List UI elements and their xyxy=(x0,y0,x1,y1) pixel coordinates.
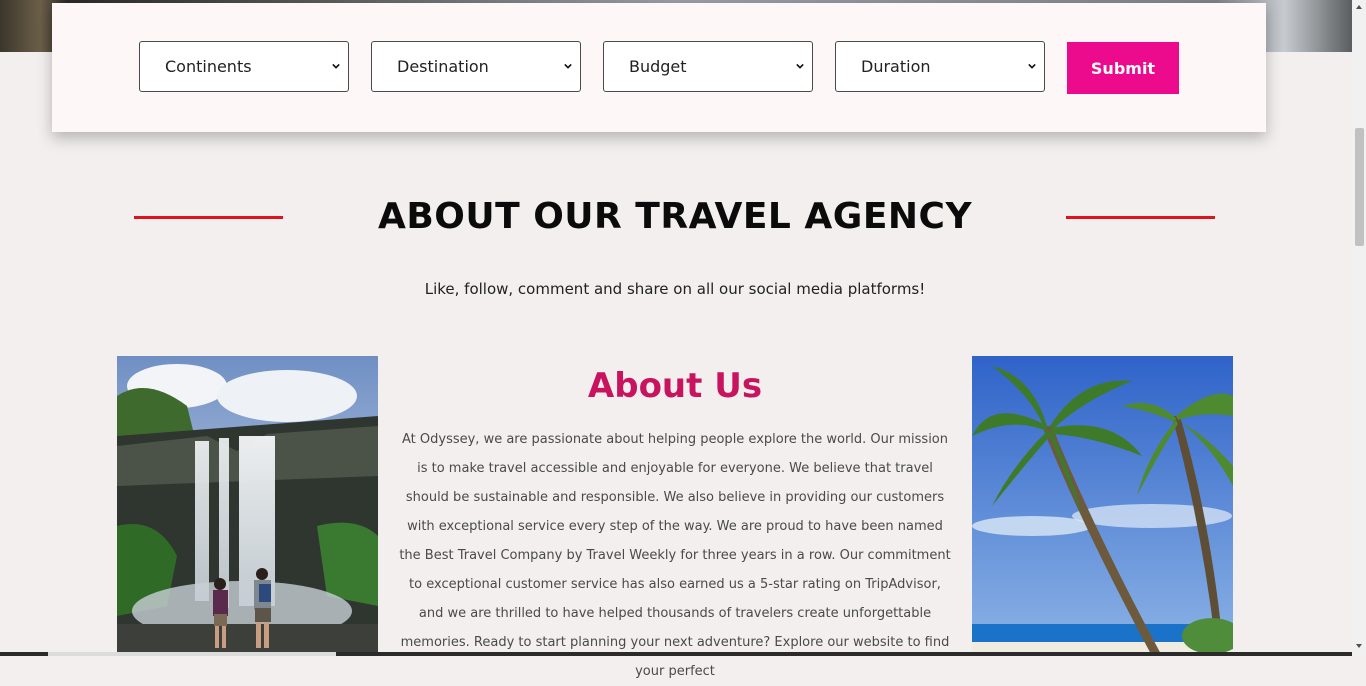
submit-button[interactable]: Submit xyxy=(1067,42,1179,94)
continents-select-label: Continents xyxy=(165,57,252,76)
duration-select[interactable]: Duration xyxy=(835,41,1045,92)
scrollbar-thumb[interactable] xyxy=(1355,128,1364,246)
continents-select[interactable]: Continents xyxy=(139,41,349,92)
destination-select[interactable]: Destination xyxy=(371,41,581,92)
title-divider-left xyxy=(134,216,283,219)
horizontal-scrollbar xyxy=(0,652,1352,656)
trip-search-form: Continents Destination Budget Duration S… xyxy=(52,3,1266,132)
destination-select-label: Destination xyxy=(397,57,489,76)
palm-beach-photo xyxy=(972,356,1233,656)
section-subtitle: Like, follow, comment and share on all o… xyxy=(424,280,926,298)
about-us-text: At Odyssey, we are passionate about help… xyxy=(399,432,951,679)
chevron-down-icon xyxy=(1028,63,1036,69)
duration-select-label: Duration xyxy=(861,57,931,76)
waterfall-photo xyxy=(117,356,378,656)
chevron-down-icon xyxy=(564,63,572,69)
vertical-scrollbar[interactable] xyxy=(1352,0,1366,656)
scroll-up-icon[interactable] xyxy=(1355,3,1363,11)
section-title: ABOUT OUR TRAVEL AGENCY xyxy=(377,196,973,237)
chevron-down-icon xyxy=(796,63,804,69)
title-divider-right xyxy=(1066,216,1215,219)
scroll-down-icon[interactable] xyxy=(1355,642,1363,650)
budget-select-label: Budget xyxy=(629,57,687,76)
about-us-heading: About Us xyxy=(587,366,763,406)
budget-select[interactable]: Budget xyxy=(603,41,813,92)
horizontal-scrollbar-thumb[interactable] xyxy=(48,652,336,656)
chevron-down-icon xyxy=(332,63,340,69)
